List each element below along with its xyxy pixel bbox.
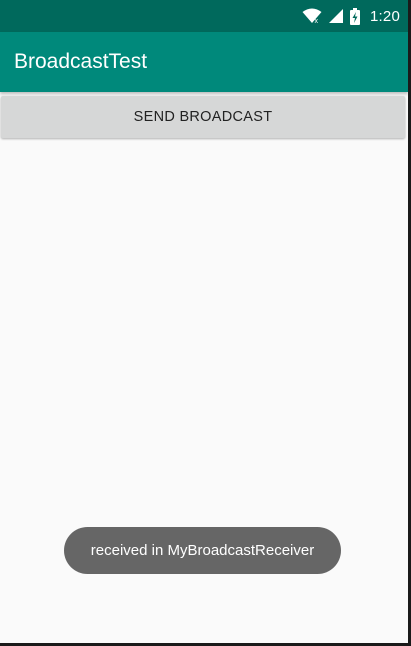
toast-text: received in MyBroadcastReceiver [90,542,315,559]
wifi-icon: x [302,8,322,24]
cell-signal-icon [328,8,344,24]
status-time: 1:20 [370,7,400,25]
status-bar: x 1:20 [0,0,408,32]
status-icons: x 1:20 [302,0,400,32]
send-broadcast-button[interactable]: SEND BROADCAST [1,96,405,138]
app-bar: BroadcastTest [0,32,408,92]
phone-screen: x 1:20 BroadcastTest SEND BROADCAST rece [0,0,408,643]
toast-message: received in MyBroadcastReceiver [64,527,341,574]
app-title: BroadcastTest [14,50,148,73]
svg-text:x: x [315,18,319,24]
battery-charging-icon [350,7,360,25]
